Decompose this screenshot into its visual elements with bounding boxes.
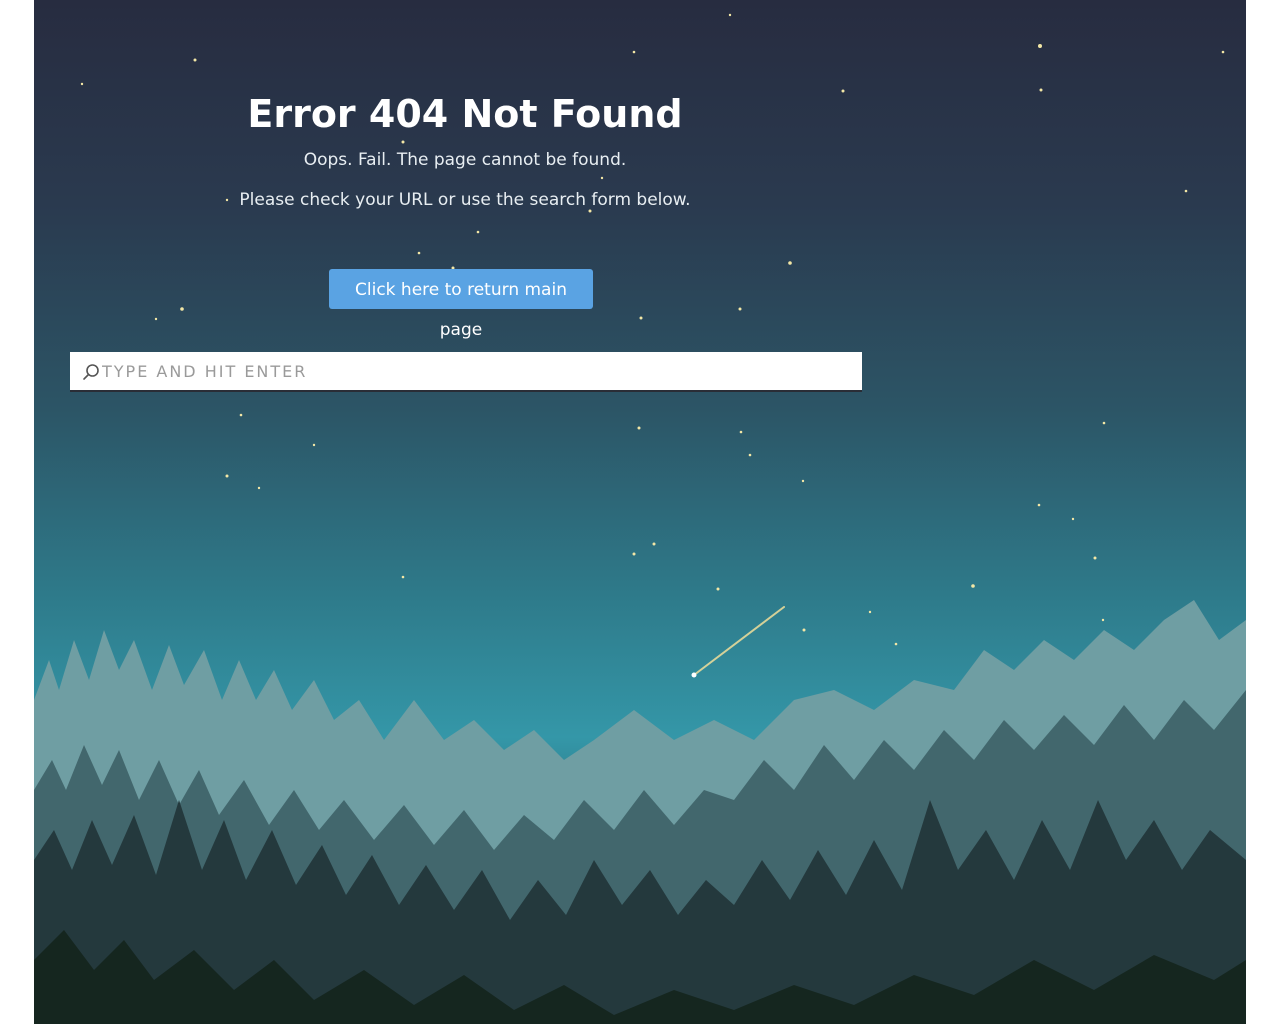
error-content: Error 404 Not Found Oops. Fail. The page… [34,0,896,420]
help-message: Please check your URL or use the search … [239,190,691,210]
page-background: Error 404 Not Found Oops. Fail. The page… [34,0,1246,1024]
error-message: Oops. Fail. The page cannot be found. [303,150,627,170]
search-form [70,352,862,392]
page-title: Error 404 Not Found [247,92,683,136]
search-input[interactable] [102,352,852,390]
return-home-button[interactable]: Click here to return main page [329,269,593,340]
search-icon [83,364,99,380]
shooting-star [691,606,785,678]
